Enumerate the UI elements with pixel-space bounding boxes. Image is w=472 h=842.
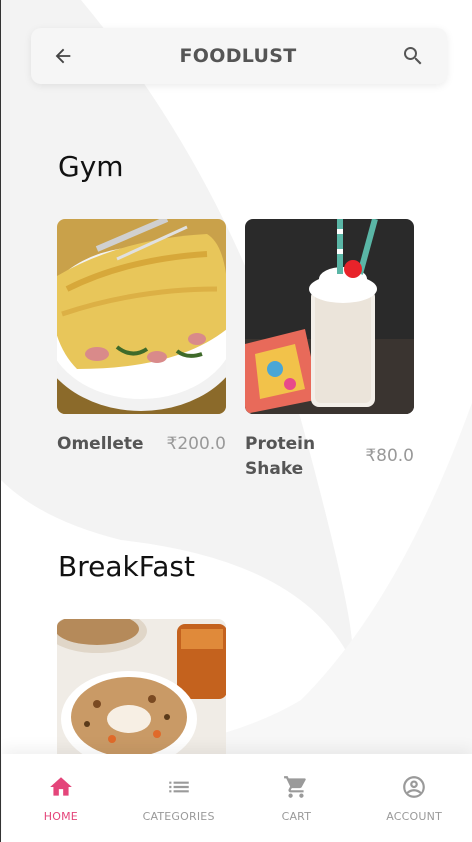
food-card-omelette[interactable]: Omellete ₹200.0	[57, 219, 226, 457]
food-price: ₹200.0	[166, 434, 226, 454]
section-title-breakfast: BreakFast	[58, 550, 195, 583]
bottom-navigation: HOME CATEGORIES CART ACCOUNT	[2, 754, 472, 842]
food-price: ₹80.0	[365, 446, 414, 466]
section-title-gym: Gym	[58, 150, 124, 183]
oatmeal-bowl-photo	[57, 619, 226, 759]
food-name: Omellete	[57, 434, 144, 454]
nav-label: HOME	[43, 810, 78, 823]
account-icon	[403, 776, 425, 798]
search-button[interactable]	[399, 42, 427, 70]
list-icon	[168, 781, 189, 793]
nav-label: ACCOUNT	[386, 810, 442, 823]
nav-item-account[interactable]: ACCOUNT	[355, 754, 472, 842]
back-button[interactable]	[49, 42, 77, 70]
app-screen: FOODLUST Gym Omellete ₹200.0 Protein Sha…	[0, 0, 472, 842]
food-card-protein-shake[interactable]: Protein Shake ₹80.0	[245, 219, 414, 482]
food-name: Protein Shake	[245, 434, 316, 479]
nav-label: CART	[281, 810, 312, 823]
search-icon	[404, 47, 422, 65]
food-card-breakfast[interactable]	[57, 619, 226, 759]
nav-item-home[interactable]: HOME	[2, 754, 120, 842]
home-icon	[50, 777, 72, 796]
nav-item-cart[interactable]: CART	[238, 754, 356, 842]
omelette-photo	[57, 219, 226, 414]
app-title: FOODLUST	[179, 45, 297, 67]
arrow-back-icon	[55, 48, 71, 64]
cart-icon	[284, 776, 307, 798]
top-app-bar: FOODLUST	[31, 28, 447, 84]
protein-shake-photo	[245, 219, 414, 414]
nav-label: CATEGORIES	[142, 810, 215, 823]
nav-item-categories[interactable]: CATEGORIES	[120, 754, 238, 842]
